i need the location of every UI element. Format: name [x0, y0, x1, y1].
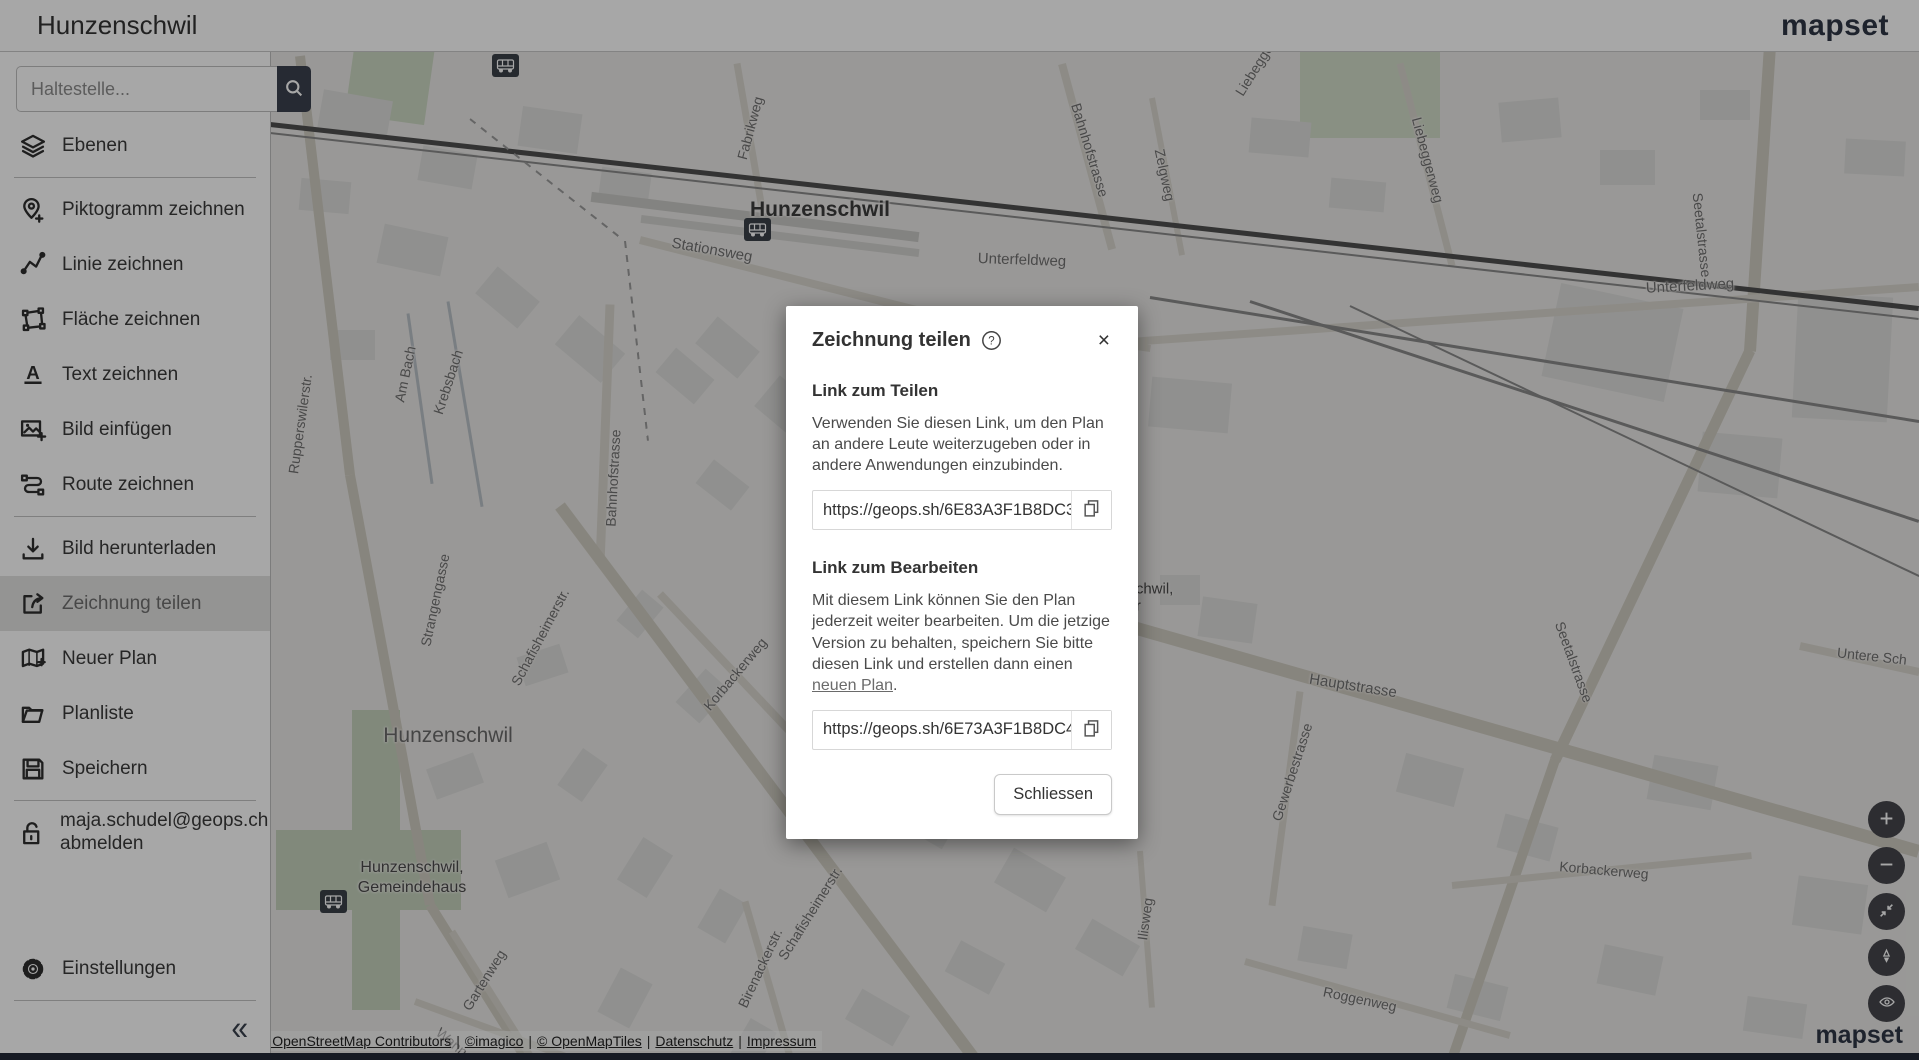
app-root: HunzenschwilStationswegFabrikwegBahnhofs… [0, 0, 1919, 1060]
share-link-row: https://geops.sh/6E83A3F1B8DC3B4F0 [812, 490, 1112, 530]
copy-share-link-button[interactable] [1071, 491, 1111, 529]
copy-icon [1082, 719, 1101, 741]
help-icon: ? [988, 336, 994, 348]
edit-link-heading: Link zum Bearbeiten [812, 558, 1112, 578]
copy-edit-link-button[interactable] [1071, 711, 1111, 749]
edit-link-row: https://geops.sh/6E73A3F1B8DC4EB24 [812, 710, 1112, 750]
close-dialog-button[interactable]: Schliessen [994, 774, 1112, 815]
dialog-title: Zeichnung teilen [812, 329, 971, 352]
copy-icon [1082, 499, 1101, 521]
share-link-url[interactable]: https://geops.sh/6E83A3F1B8DC3B4F0 [813, 491, 1071, 529]
help-button[interactable]: ? [981, 330, 1002, 351]
share-link-heading: Link zum Teilen [812, 381, 1112, 401]
share-link-description: Verwenden Sie diesen Link, um den Plan a… [812, 413, 1112, 476]
edit-link-url[interactable]: https://geops.sh/6E73A3F1B8DC4EB24 [813, 711, 1071, 749]
close-icon[interactable]: × [1096, 328, 1112, 353]
new-plan-link[interactable]: neuen Plan [812, 677, 893, 694]
share-dialog: Zeichnung teilen ? × Link zum Teilen Ver… [786, 306, 1138, 839]
edit-link-description: Mit diesem Link können Sie den Plan jede… [812, 590, 1112, 696]
